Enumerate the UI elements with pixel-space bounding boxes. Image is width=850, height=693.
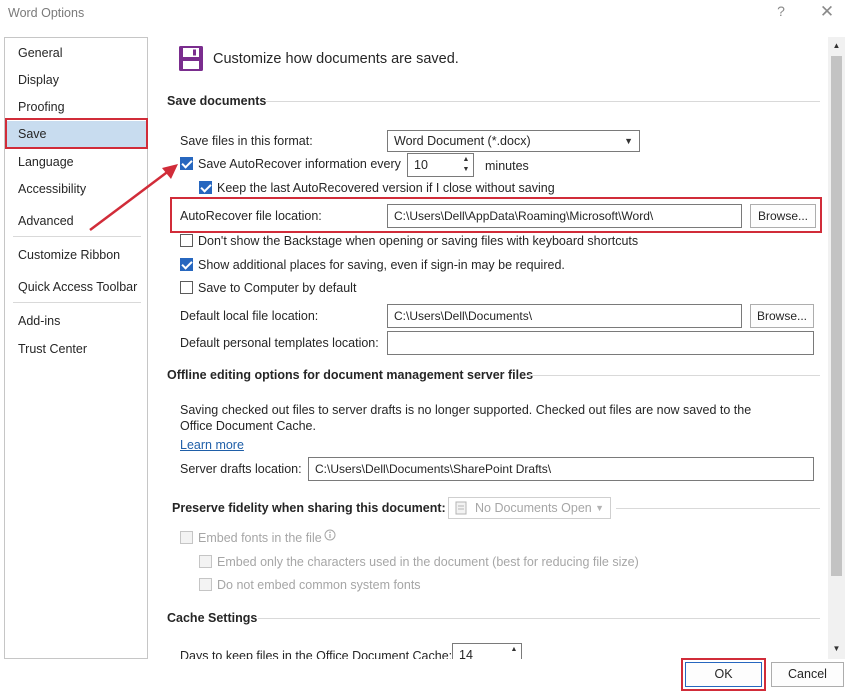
page-title: Customize how documents are saved. [213, 51, 459, 67]
cache-row-clip: Days to keep files in the Office Documen… [150, 640, 826, 659]
section-divider [258, 618, 820, 619]
minutes-label: minutes [485, 159, 529, 173]
autorecover-label: Save AutoRecover information every [198, 157, 401, 171]
vertical-scrollbar[interactable]: ▲ ▼ [828, 37, 845, 659]
cancel-button[interactable]: Cancel [771, 662, 844, 687]
embed-fonts-checkbox[interactable] [180, 531, 193, 544]
do-not-embed-system-fonts-label: Do not embed common system fonts [217, 578, 421, 592]
save-format-label: Save files in this format: [180, 134, 313, 148]
document-icon [454, 501, 468, 515]
sidebar-item-advanced[interactable]: Advanced [5, 208, 147, 234]
sidebar-item-add-ins[interactable]: Add-ins [5, 308, 147, 334]
save-to-computer-checkbox[interactable] [180, 281, 193, 294]
autorecover-minutes-value: 10 [414, 158, 428, 172]
annotation-box-save [5, 118, 148, 149]
section-title-save-documents: Save documents [167, 94, 267, 108]
sidebar-item-general[interactable]: General [5, 40, 147, 66]
dont-show-backstage-checkbox[interactable] [180, 234, 193, 247]
info-icon [324, 529, 336, 541]
server-drafts-input[interactable]: C:\Users\Dell\Documents\SharePoint Draft… [308, 457, 814, 481]
save-format-dropdown[interactable]: Word Document (*.docx) ▼ [387, 130, 640, 152]
sidebar-item-quick-access-toolbar[interactable]: Quick Access Toolbar [5, 274, 147, 300]
sidebar-divider [13, 302, 141, 303]
sidebar-item-accessibility[interactable]: Accessibility [5, 176, 147, 202]
section-title-preserve-fidelity: Preserve fidelity when sharing this docu… [172, 501, 446, 515]
learn-more-link[interactable]: Learn more [180, 438, 244, 452]
sidebar-item-display[interactable]: Display [5, 67, 147, 93]
close-button[interactable]: ✕ [818, 2, 836, 22]
sidebar-item-language[interactable]: Language [5, 149, 147, 175]
section-title-offline-editing: Offline editing options for document man… [167, 368, 534, 382]
sidebar-item-customize-ribbon[interactable]: Customize Ribbon [5, 242, 147, 268]
do-not-embed-system-fonts-checkbox[interactable] [199, 578, 212, 591]
keep-last-checkbox[interactable] [199, 181, 212, 194]
default-local-location-input[interactable]: C:\Users\Dell\Documents\ [387, 304, 742, 328]
annotation-box-autorecover-location [170, 197, 822, 233]
sidebar-divider [13, 236, 141, 237]
chevron-down-icon: ▼ [624, 136, 633, 146]
server-drafts-label: Server drafts location: [180, 462, 302, 476]
keep-last-label: Keep the last AutoRecovered version if I… [217, 181, 555, 195]
save-to-computer-label: Save to Computer by default [198, 281, 357, 295]
show-additional-places-label: Show additional places for saving, even … [198, 258, 565, 272]
help-button[interactable]: ? [773, 3, 789, 21]
cache-days-value: 14 [459, 648, 473, 659]
cache-days-label: Days to keep files in the Office Documen… [180, 649, 453, 659]
default-templates-location-input[interactable] [387, 331, 814, 355]
scroll-down-icon[interactable]: ▼ [828, 640, 845, 657]
section-divider [266, 101, 820, 102]
offline-description: Saving checked out files to server draft… [180, 403, 752, 433]
default-local-location-label: Default local file location: [180, 309, 319, 323]
autorecover-checkbox[interactable] [180, 157, 193, 170]
save-format-value: Word Document (*.docx) [394, 134, 531, 148]
dont-show-backstage-label: Don't show the Backstage when opening or… [198, 234, 639, 248]
spin-up-icon[interactable]: ▲ [461, 155, 471, 165]
section-title-cache-settings: Cache Settings [167, 611, 258, 625]
spin-up-icon[interactable]: ▲ [509, 645, 519, 655]
show-additional-places-checkbox[interactable] [180, 258, 193, 271]
cache-days-spinner[interactable]: 14 ▲ [452, 643, 522, 659]
sidebar-item-proofing[interactable]: Proofing [5, 94, 147, 120]
embed-only-used-checkbox[interactable] [199, 555, 212, 568]
section-divider [616, 508, 820, 509]
autorecover-minutes-spinner[interactable]: 10 ▲ ▼ [407, 153, 474, 177]
window-title: Word Options [8, 6, 85, 20]
section-divider [526, 375, 820, 376]
floppy-disk-icon [178, 45, 204, 72]
annotation-box-ok [681, 658, 766, 691]
default-templates-location-label: Default personal templates location: [180, 336, 379, 350]
default-local-browse-button[interactable]: Browse... [750, 304, 814, 328]
embed-only-used-label: Embed only the characters used in the do… [217, 555, 639, 569]
fidelity-document-dropdown[interactable]: No Documents Open ▼ [448, 497, 611, 519]
chevron-down-icon: ▼ [595, 503, 604, 513]
fidelity-document-value: No Documents Open [475, 501, 592, 515]
scroll-thumb[interactable] [831, 56, 842, 576]
sidebar-item-trust-center[interactable]: Trust Center [5, 336, 147, 362]
spin-down-icon[interactable]: ▼ [461, 165, 471, 175]
embed-fonts-label: Embed fonts in the file [198, 531, 322, 545]
scroll-up-icon[interactable]: ▲ [828, 37, 845, 54]
